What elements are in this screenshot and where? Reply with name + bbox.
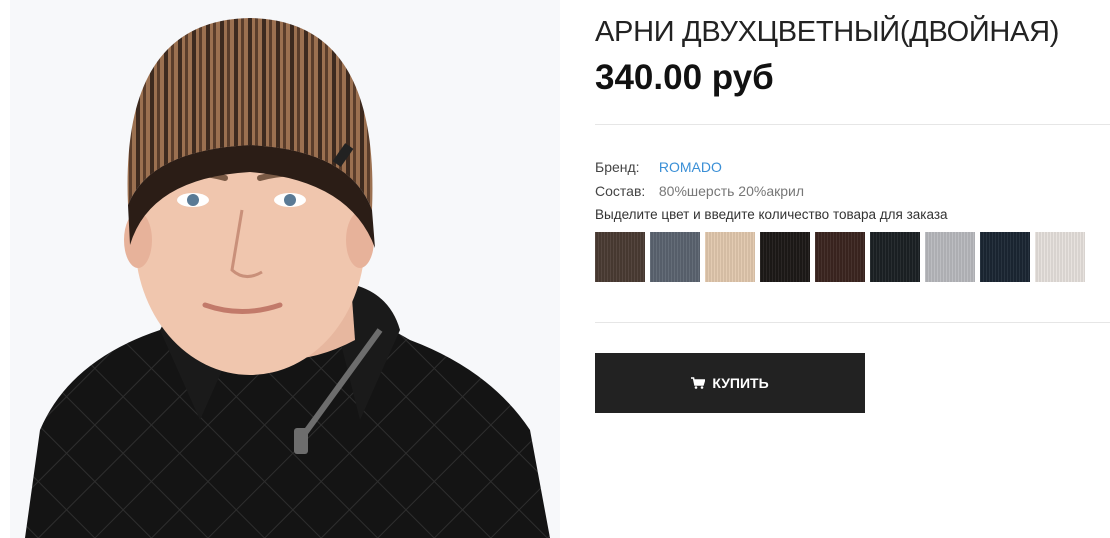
product-title: АРНИ ДВУХЦВЕТНЫЙ(ДВОЙНАЯ) [595,16,1060,48]
brand-label: Бренд: [595,159,640,175]
divider [595,322,1110,323]
buy-button[interactable]: КУПИТЬ [595,353,865,413]
color-swatch[interactable] [1035,232,1085,282]
brand-row: Бренд: ROMADO [595,158,722,176]
color-swatch[interactable] [815,232,865,282]
color-swatch[interactable] [980,232,1030,282]
brand-link[interactable]: ROMADO [659,159,722,175]
buy-button-label: КУПИТЬ [712,375,769,391]
color-swatch[interactable] [870,232,920,282]
color-swatch[interactable] [705,232,755,282]
composition-value: 80%шерсть 20%акрил [658,183,805,199]
product-image[interactable] [10,0,560,538]
divider [595,124,1110,125]
cart-icon [691,377,706,389]
color-swatch[interactable] [925,232,975,282]
color-swatches [595,232,1090,282]
color-swatch[interactable] [760,232,810,282]
color-swatch[interactable] [650,232,700,282]
product-price: 340.00 руб [595,58,774,97]
product-info: АРНИ ДВУХЦВЕТНЫЙ(ДВОЙНАЯ) 340.00 руб Бре… [595,0,1110,538]
color-swatch[interactable] [595,232,645,282]
composition-label: Состав: [595,183,646,199]
composition-row: Состав: 80%шерсть 20%акрил [595,182,804,200]
product-photo [10,0,560,538]
color-hint: Выделите цвет и введите количество товар… [595,207,948,222]
